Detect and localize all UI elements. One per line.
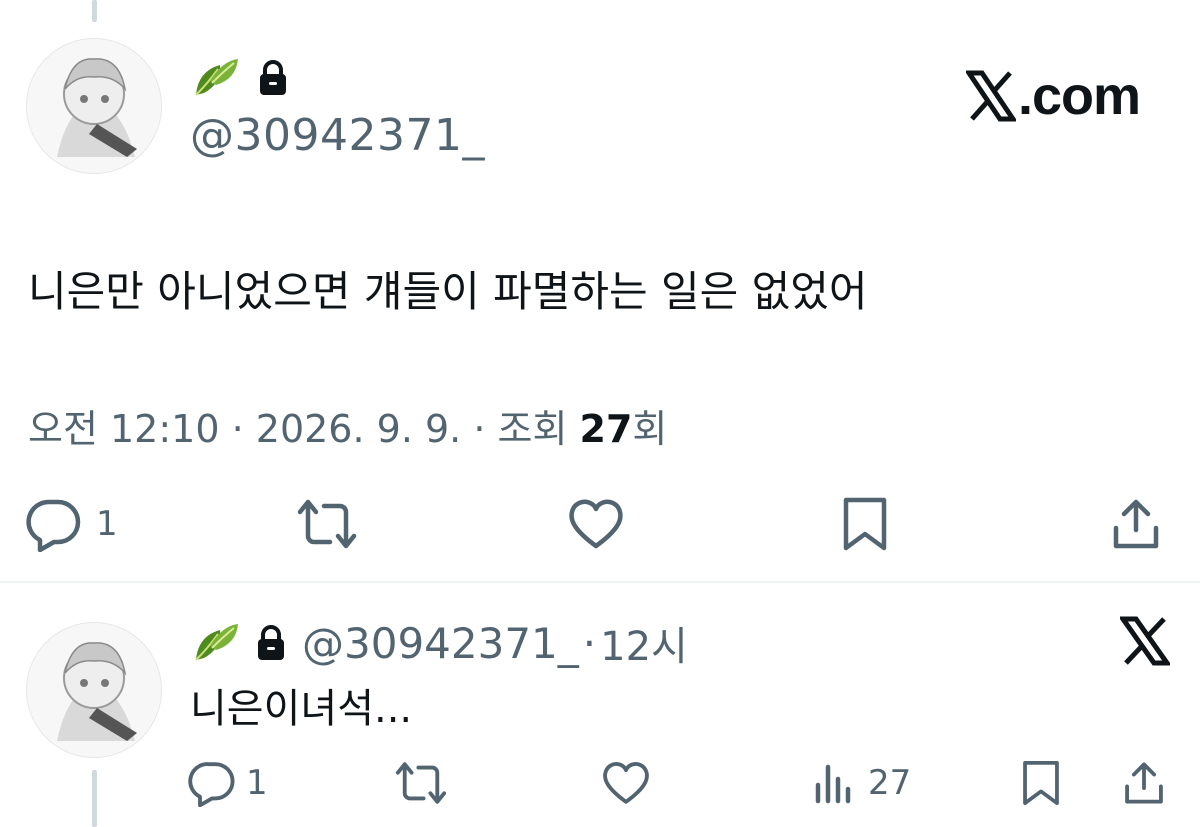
- meta-separator: ·: [582, 618, 597, 668]
- reply-icon: [26, 496, 82, 552]
- reply-button[interactable]: 1: [26, 496, 118, 552]
- lock-icon: [256, 624, 286, 662]
- views-suffix: 회: [632, 407, 668, 451]
- handle[interactable]: @30942371_: [190, 110, 485, 161]
- reply-icon: [188, 759, 236, 807]
- retweet-button[interactable]: [392, 758, 450, 808]
- leaf-icon: [192, 622, 240, 664]
- reply-handle[interactable]: @30942371_: [302, 619, 579, 668]
- avatar-image: [27, 623, 161, 757]
- heart-icon: [600, 759, 652, 807]
- share-button[interactable]: [1110, 496, 1162, 552]
- reply-button[interactable]: 1: [188, 758, 268, 808]
- like-button[interactable]: [600, 758, 652, 808]
- thread-line-bottom: [92, 770, 97, 827]
- meta-separator: ·: [473, 407, 498, 451]
- retweet-icon: [294, 496, 360, 552]
- tweet-time[interactable]: 오전 12:10: [28, 407, 220, 451]
- views-count: 27: [579, 407, 633, 451]
- reply-count: 1: [96, 504, 118, 544]
- reply-header-row: @30942371_ · 12시: [192, 618, 688, 670]
- bookmark-button[interactable]: [1020, 758, 1062, 808]
- share-icon: [1110, 496, 1162, 552]
- reply-avatar[interactable]: [26, 622, 162, 758]
- views-count: 27: [868, 763, 912, 803]
- analytics-icon: [812, 761, 856, 805]
- brand-logo[interactable]: .com: [966, 66, 1141, 126]
- share-icon: [1122, 759, 1166, 807]
- thread-line-top: [92, 0, 97, 22]
- leaf-icon: [192, 57, 240, 99]
- like-button[interactable]: [566, 496, 626, 552]
- display-name-row: [192, 56, 288, 100]
- tweet-meta: 오전 12:10 · 2026. 9. 9. · 조회 27회: [28, 398, 667, 453]
- brand-domain: .com: [1018, 66, 1141, 126]
- tweet-divider: [0, 581, 1200, 583]
- bookmark-icon: [1020, 759, 1062, 807]
- tweet-date[interactable]: 2026. 9. 9.: [256, 407, 461, 451]
- views-label: 조회: [497, 407, 568, 451]
- tweet-text: 니은만 아니었으면 걔들이 파멸하는 일은 없었어: [28, 267, 868, 316]
- reply-time[interactable]: 12시: [600, 614, 688, 672]
- share-button[interactable]: [1122, 758, 1166, 808]
- bookmark-button[interactable]: [840, 496, 890, 552]
- views-button[interactable]: 27: [812, 758, 911, 808]
- avatar[interactable]: [26, 38, 162, 174]
- x-logo-icon[interactable]: [1120, 616, 1170, 666]
- meta-separator: ·: [231, 407, 256, 451]
- avatar-image: [27, 39, 161, 173]
- reply-text: 니은이녀석...: [190, 686, 413, 732]
- retweet-icon: [392, 759, 450, 807]
- bookmark-icon: [840, 496, 890, 552]
- reply-count: 1: [246, 763, 268, 803]
- retweet-button[interactable]: [294, 496, 360, 552]
- lock-icon: [258, 59, 288, 97]
- heart-icon: [566, 496, 626, 552]
- x-logo-icon: [966, 70, 1016, 122]
